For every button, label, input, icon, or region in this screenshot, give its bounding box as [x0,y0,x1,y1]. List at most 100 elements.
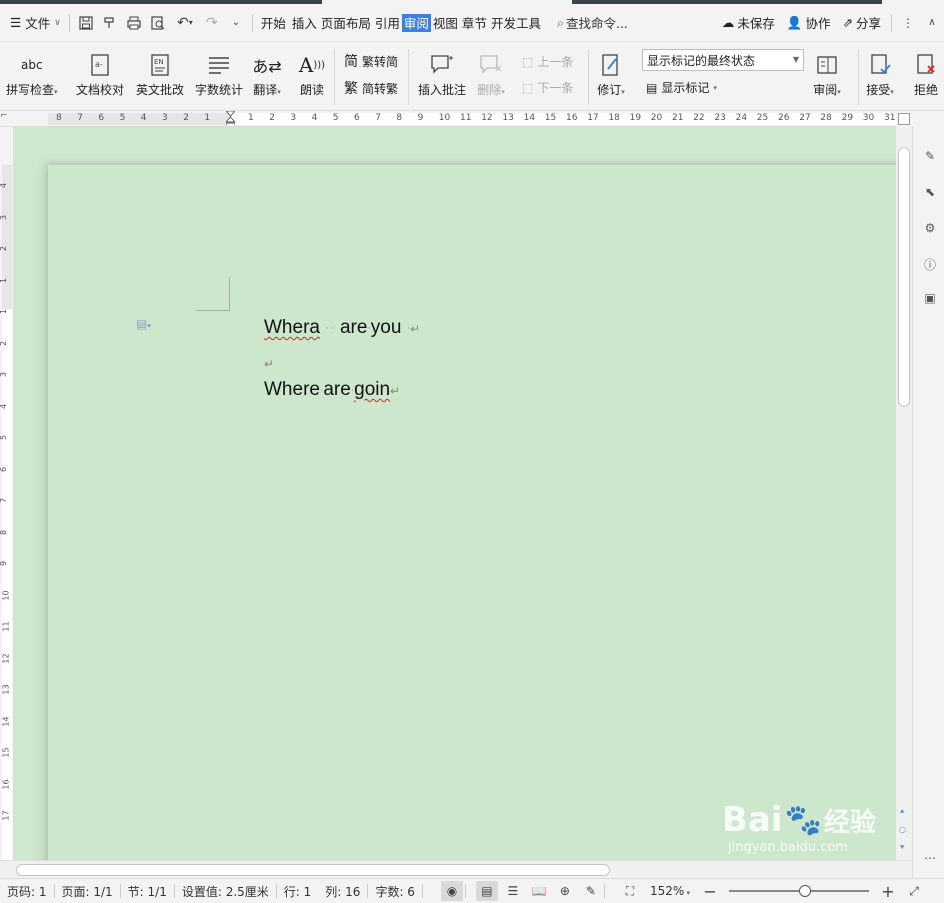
help-icon[interactable]: ⓘ [921,255,939,273]
document-line-2[interactable]: ↵ [264,352,274,374]
tab-references[interactable]: 引用 [373,11,402,35]
format-painter-button[interactable] [98,11,122,35]
tab-layout[interactable]: 页面布局 [319,11,373,35]
ruler-tick-label: 8 [56,113,62,123]
write-mode-icon[interactable]: ✎ [580,881,602,901]
collaborate-button[interactable]: 👤 协作 [781,13,837,32]
word-count-button[interactable]: 字数统计 [195,51,243,98]
markup-state-select[interactable]: 显示标记的最终状态 ▼ [642,49,804,71]
vertical-scrollbar[interactable]: ⯅ ○ ⯆ [896,127,912,860]
document-page[interactable]: ▤▾ Whera · · are·you ·↵ ↵ Where·are·goin… [48,165,896,860]
horizontal-scroll-thumb[interactable] [16,864,610,876]
delete-comment-button[interactable]: 删除▾ [477,51,505,98]
word[interactable]: are [340,317,367,338]
simp-to-trad-label: 简转繁 [362,81,399,96]
status-column[interactable]: 列: 16 [318,883,367,900]
sliders-icon[interactable]: ⚙ [921,219,939,237]
english-review-button[interactable]: EN 英文批改 [136,51,184,98]
share-button[interactable]: ⇗ 分享 [837,13,888,32]
ruler-tick-label: 8 [396,113,403,123]
accept-icon [866,51,894,79]
print-button[interactable] [122,11,146,35]
next-comment-button[interactable]: ⬚ 下一条 [522,79,573,96]
vertical-scroll-thumb[interactable] [898,147,910,407]
vruler-white [2,309,12,860]
show-markup-button[interactable]: ▤ 显示标记 ▾ [646,79,717,96]
review-pane-label: 审阅 [813,83,838,97]
ruler-tick-label: 17 [587,113,599,123]
command-search[interactable]: ⌕ 查找命令... [557,13,628,32]
reading-view-icon[interactable]: 📖 [528,881,550,901]
word-misspelled[interactable]: goin [354,379,390,400]
tab-view[interactable]: 视图 [431,11,460,35]
status-setting[interactable]: 设置值: 2.5厘米 [175,883,276,900]
unsaved-button[interactable]: ☁ 未保存 [716,13,781,32]
doc-proofread-button[interactable]: a- 文档校对 [76,51,124,98]
fit-page-icon[interactable]: ⛶ [619,881,641,901]
web-view-icon[interactable]: ⊕ [554,881,576,901]
file-menu[interactable]: ☰ 文件 ∨ [6,11,65,35]
status-word-count[interactable]: 字数: 6 [368,883,422,900]
fullscreen-icon[interactable]: ⤢ [903,881,925,901]
prev-comment-button[interactable]: ⬚ 上一条 [522,53,573,70]
status-pages[interactable]: 页面: 1/1 [55,883,120,900]
status-page-number[interactable]: 页码: 1 [0,883,54,900]
print-preview-button[interactable] [146,11,170,35]
spell-check-button[interactable]: abc 拼写检查▾ [6,51,58,98]
zoom-in-button[interactable]: + [877,881,899,901]
vertical-ruler[interactable]: 43211234567891011121314151617 [0,127,14,860]
quick-access-more-button[interactable]: ⌄ [224,11,248,35]
word[interactable]: are [323,379,350,400]
zoom-slider[interactable] [729,884,869,898]
tab-developer[interactable]: 开发工具 [489,11,543,35]
zoom-dropdown[interactable]: 152% ▾ [643,884,697,898]
tab-home[interactable]: 开始 [257,11,290,35]
horizontal-ruler[interactable]: 8 7 6 5 4 3 2 1 1 2 3 4 5 6 7 8 9 10 11 12 13 14 15 16 17 18 19 20 2… [0,111,896,127]
collapse-ribbon-button[interactable]: ∧ [920,11,944,35]
insert-comment-button[interactable]: 插入批注 [418,51,466,98]
ruler-toggle-button[interactable] [898,113,910,125]
eye-protection-icon[interactable]: ◉ [440,881,463,901]
redo-button[interactable]: ↷ [200,11,224,35]
pen-icon[interactable]: ✎ [921,147,939,165]
paragraph-menu-icon[interactable]: ▤▾ [136,317,151,331]
save-icon [79,15,93,30]
zoom-slider-thumb[interactable] [799,885,811,897]
translate-button[interactable]: あ⇄ 翻译▾ [252,51,281,98]
status-section[interactable]: 节: 1/1 [121,883,174,900]
ruler-tick-label: 5 [119,113,126,123]
trad-to-simp-button[interactable]: 简 繁转简 [344,51,398,71]
word[interactable]: you [371,317,402,338]
page-view-icon[interactable]: ▤ [475,881,498,901]
vruler-tick-label: 2 [0,340,8,345]
vruler-tick-label: 16 [1,778,11,790]
review-pane-button[interactable]: 审阅▾ [813,51,841,98]
vruler-tick-label: 11 [1,621,11,632]
document-line-1[interactable]: Whera · · are·you ·↵ [264,317,420,339]
tab-insert[interactable]: 插入 [290,11,319,35]
outline-view-icon[interactable]: ☰ [502,881,524,901]
unsaved-label: 未保存 [737,16,775,31]
more-menu-button[interactable]: ⋮ [896,11,920,35]
save-button[interactable] [74,11,98,35]
read-aloud-button[interactable]: A))) 朗读 [298,51,326,98]
document-canvas[interactable]: ▤▾ Whera · · are·you ·↵ ↵ Where·are·goin… [14,127,896,860]
tab-review[interactable]: 审阅 [401,13,431,32]
indent-marker[interactable] [224,111,237,126]
document-line-3[interactable]: Where·are·goin↵ [264,379,400,401]
word-misspelled[interactable]: Whera [264,317,320,338]
ruler-tick-label: 22 [693,113,705,123]
simp-to-trad-button[interactable]: 繁 简转繁 [344,78,398,98]
accept-change-button[interactable]: 接受▾ [866,51,894,98]
undo-button[interactable]: ↶ ▾ [170,11,200,35]
status-row[interactable]: 行: 1 [277,883,319,900]
more-horizontal-icon[interactable]: ⋯ [921,849,939,867]
cursor-select-icon[interactable]: ⬉ [921,183,939,201]
track-changes-button[interactable]: 修订▾ [597,51,625,98]
reject-change-button[interactable]: 拒绝 [912,51,940,98]
archive-icon[interactable]: ▣ [921,289,939,307]
tab-chapter[interactable]: 章节 [460,11,489,35]
zoom-out-button[interactable]: − [699,881,721,901]
ruler-tick-label: 25 [756,113,769,123]
word[interactable]: Where [264,379,320,400]
